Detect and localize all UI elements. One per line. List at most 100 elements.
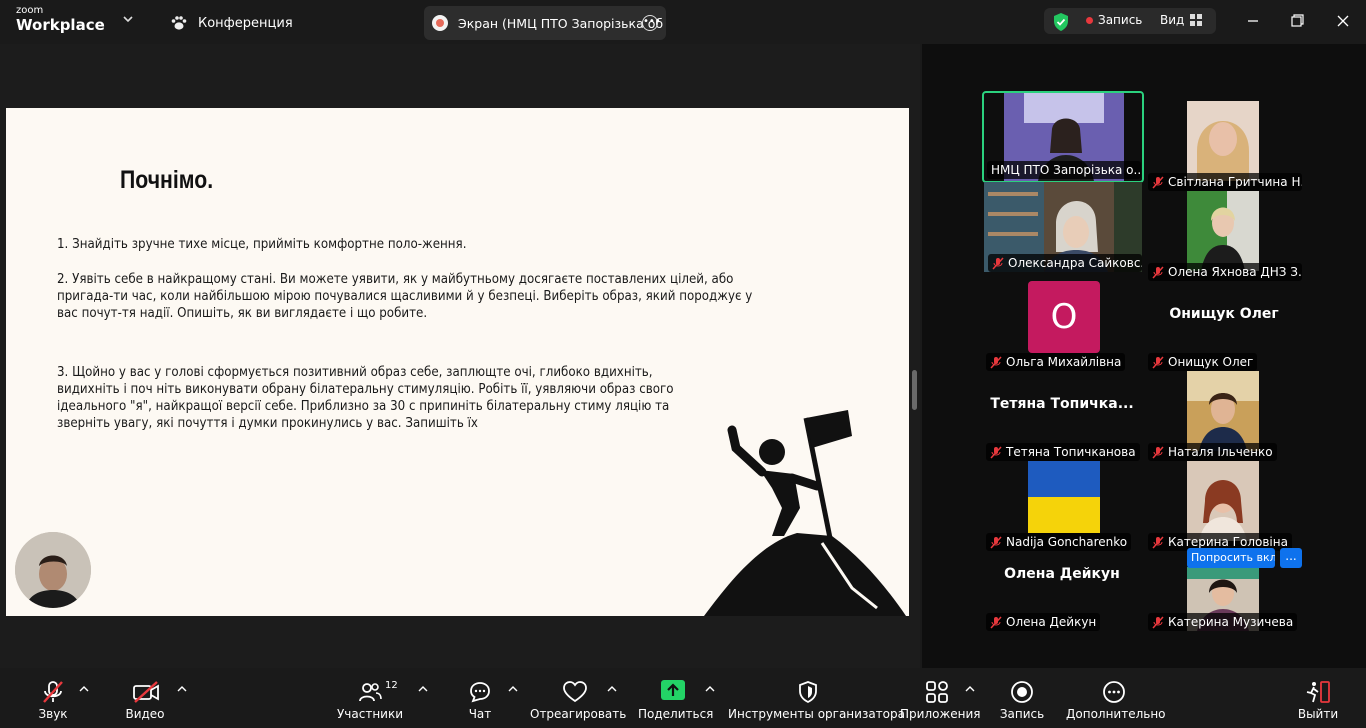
participant-name-text: Тетяна Топичканова [1006,445,1136,459]
apps-icon [926,681,948,703]
close-icon[interactable] [1333,12,1353,30]
slide-step-3-line-2: видихніть і поч ніть виконувати обрану б… [57,381,674,397]
participant-video [1187,191,1259,271]
muted-mic-icon [43,681,63,703]
participant-tile[interactable]: О Ольга Михайлівна [982,281,1142,371]
panel-resize-handle[interactable] [912,370,917,410]
logo-zoom-text: zoom [16,5,44,16]
participant-display-name: Тетяна Топичка... [990,396,1134,412]
participant-name-text: НМЦ ПТО Запорізька о... [991,163,1141,177]
audio-caret-icon[interactable] [79,685,89,693]
participant-display-name: Онищук Олег [1169,306,1279,322]
participant-name: Олександра Сайковс... [988,254,1142,272]
leave-icon [1306,681,1330,703]
participant-name: Онищук Олег [1148,353,1258,371]
share-source-icon [432,15,448,31]
participant-display-name: Олена Дейкун [1004,566,1120,582]
zoom-workplace-logo: zoom Workplace [16,6,105,33]
video-frame [1187,461,1259,541]
apps-caret-icon[interactable] [965,685,975,693]
chevron-down-icon[interactable] [122,14,134,24]
slide-step-3-line-3: ідеального "я", найкращої версії себе. П… [57,398,670,414]
participant-tile[interactable]: Онищук Олег Онищук Олег [1144,281,1304,371]
participant-more-button[interactable]: ... [1280,548,1302,568]
slide-step-3-line-1: 3. Щойно у вас у голові сформується пози… [57,364,653,380]
participant-name-text: Олександра Сайковс... [1008,256,1142,270]
participant-avatar: О [1028,281,1100,353]
muted-mic-icon [1152,355,1164,369]
audio-button[interactable]: Звук [26,668,80,728]
participant-name-text: Ольга Михайлівна [1006,355,1122,369]
video-frame [1187,101,1259,181]
minimize-icon[interactable] [1243,12,1263,30]
chat-icon [470,682,490,703]
muted-mic-icon [990,355,1002,369]
logo-workplace-text: Workplace [16,16,105,34]
participant-tile[interactable]: Світлана Гритчина Н... [1144,101,1304,191]
mountain-climber-illustration [704,410,906,616]
status-area: Запись Вид [1044,8,1216,34]
chat-caret-icon[interactable] [508,685,518,693]
view-button[interactable]: Вид [1160,13,1203,27]
participant-name-text: Олена Дейкун [1006,615,1097,629]
participant-tile[interactable]: Наталя Ільченко [1144,371,1304,461]
restore-icon[interactable] [1287,12,1307,30]
muted-mic-icon [1152,175,1164,189]
slide-step-3-line-4: зверніть увагу, які почуття і думки прок… [57,415,478,431]
participant-name: Тетяна Топичканова [986,443,1140,461]
tab-screen-share[interactable]: Экран (НМЦ ПТО Запорізька об ••• [424,6,666,40]
participants-button[interactable]: 12 Участники [336,668,404,728]
slide-step-2-line-1: 2. Уявіть себе в найкращому стані. Ви мо… [57,271,734,287]
more-button[interactable]: Дополнительно [1066,668,1166,728]
share-screen-icon [661,680,685,700]
participant-name-text: Світлана Гритчина Н... [1168,175,1302,189]
muted-mic-icon [1152,615,1164,629]
more-options-icon[interactable]: ••• [642,15,661,31]
participant-name: Світлана Гритчина Н... [1148,173,1302,191]
recording-indicator[interactable]: Запись [1086,13,1142,27]
chat-button[interactable]: Чат [460,668,500,728]
participant-tile[interactable]: Тетяна Топичка... Тетяна Топичканова [982,371,1142,461]
participant-tile[interactable]: Катерина Головіна [1144,461,1304,551]
share-screen-label: Поделиться [638,707,714,721]
participant-name-text: Онищук Олег [1168,355,1254,369]
video-frame [1028,461,1100,533]
participant-tile[interactable]: Nadija Goncharenko [982,461,1142,551]
participant-tile[interactable]: НМЦ ПТО Запорізька о... [982,91,1144,183]
participant-video [1187,371,1259,451]
chat-label: Чат [468,707,492,721]
muted-mic-icon [990,615,1002,629]
host-tools-button[interactable]: Инструменты организатора [728,668,905,728]
participant-name-text: Олена Яхнова ДНЗ З... [1168,265,1302,279]
apps-button[interactable]: Приложения [900,668,981,728]
react-button[interactable]: Отреагировать [530,668,626,728]
video-frame [1187,371,1259,451]
share-caret-icon[interactable] [705,685,715,693]
video-frame [1187,191,1259,271]
participant-video [1187,101,1259,181]
tab-conference[interactable]: Конференция [170,12,293,34]
share-screen-button[interactable]: Поделиться [638,668,714,728]
tab-conference-label: Конференция [198,15,293,31]
participant-tile[interactable]: Олександра Сайковс... [984,182,1144,272]
record-button[interactable]: Запись [996,668,1048,728]
react-caret-icon[interactable] [607,685,617,693]
tab-screen-label: Экран (НМЦ ПТО Запорізька об [458,15,664,31]
leave-button[interactable]: Выйти [1296,668,1340,728]
ask-to-unmute-button[interactable]: Попросить вкл [1187,548,1275,568]
participant-tile[interactable]: Олена Дейкун Олена Дейкун [982,541,1142,631]
shared-slide: Почнімо. 1. Знайдіть зручне тихе місце, … [6,108,909,616]
participant-name-text: Наталя Ільченко [1168,445,1273,459]
host-tools-label: Инструменты организатора [728,707,905,721]
muted-mic-icon [990,445,1002,459]
participant-name: Наталя Ільченко [1148,443,1277,461]
self-view-video[interactable] [15,532,91,608]
muted-mic-icon [1152,445,1164,459]
video-caret-icon[interactable] [177,685,187,693]
participant-name: Катерина Музичева [1148,613,1298,631]
shield-check-icon[interactable] [1052,12,1070,32]
participant-tile[interactable]: Олена Яхнова ДНЗ З... [1144,191,1304,281]
meeting-toolbar: Звук Видео 12 Участники Чат Отреагироват… [0,668,1366,728]
video-button[interactable]: Видео [120,668,170,728]
participants-caret-icon[interactable] [418,685,428,693]
